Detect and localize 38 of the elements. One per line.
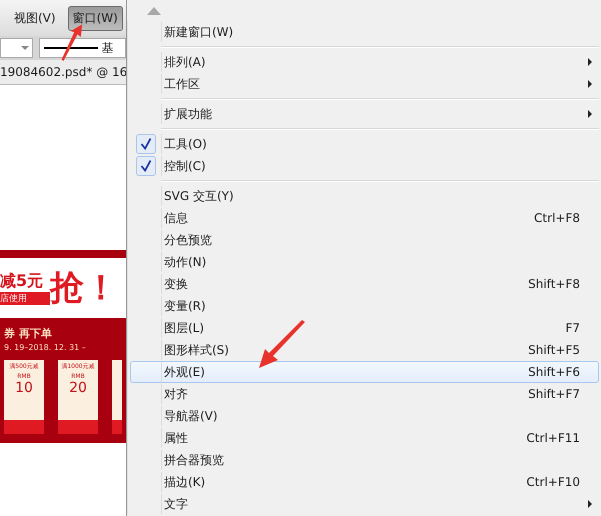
menu-item[interactable]: 工作区	[130, 73, 599, 95]
date-range: 9. 19–2018. 12. 31 –	[4, 343, 87, 352]
menu-item[interactable]: 导航器(V)	[130, 405, 599, 427]
menu-item[interactable]: 描边(K) Ctrl+F10	[130, 471, 599, 493]
menu-item[interactable]: 拼合器预览	[130, 449, 599, 471]
submenu-arrow-icon	[588, 80, 592, 88]
submenu-arrow-icon	[588, 110, 592, 118]
menu-item[interactable]: 文字	[130, 493, 599, 515]
menu-item[interactable]: 外观(E) Shift+F6	[130, 361, 599, 383]
menu-item[interactable]: 控制(C)	[130, 155, 599, 177]
coupon-amount: 20	[69, 380, 87, 396]
dropdown-field[interactable]	[0, 38, 33, 58]
menu-item[interactable]: 变量(R)	[130, 295, 599, 317]
grab-text: 抢！	[50, 267, 118, 310]
menu-item[interactable]: 对齐 Shift+F7	[130, 383, 599, 405]
menu-item[interactable]: SVG 交互(Y)	[130, 185, 599, 207]
coupon-title: 券 再下单	[4, 326, 53, 341]
menu-item[interactable]: 图形样式(S) Shift+F5	[130, 339, 599, 361]
coupon-amount: 10	[15, 380, 33, 396]
menu-item[interactable]: 动作(N)	[130, 251, 599, 273]
discount-text: 减5元	[0, 271, 44, 292]
menu-item[interactable]: 图层(L) F7	[130, 317, 599, 339]
menu-item[interactable]: 新建窗口(W)	[130, 21, 599, 43]
menu-item[interactable]: 工具(O)	[130, 133, 599, 155]
menu-item[interactable]: 排列(A)	[130, 51, 599, 73]
submenu-arrow-icon	[588, 58, 592, 66]
annotation-arrow	[257, 320, 307, 370]
note-text: 店使用	[0, 292, 50, 305]
stroke-dropdown[interactable]: 基	[38, 38, 126, 58]
submenu-arrow-icon	[588, 500, 592, 508]
menu-item[interactable]: 分色预览	[130, 229, 599, 251]
menu-item[interactable]: 属性 Ctrl+F11	[130, 427, 599, 449]
menu-item[interactable]: 信息 Ctrl+F8	[130, 207, 599, 229]
menu-item[interactable]: 扩展功能	[130, 103, 599, 125]
menu-item[interactable]: 变换 Shift+F8	[130, 273, 599, 295]
menu-bar-item[interactable]: 窗口(W)	[68, 6, 123, 30]
menu-bar-item[interactable]: 视图(V)	[10, 6, 60, 30]
scroll-up-icon[interactable]	[147, 6, 161, 14]
